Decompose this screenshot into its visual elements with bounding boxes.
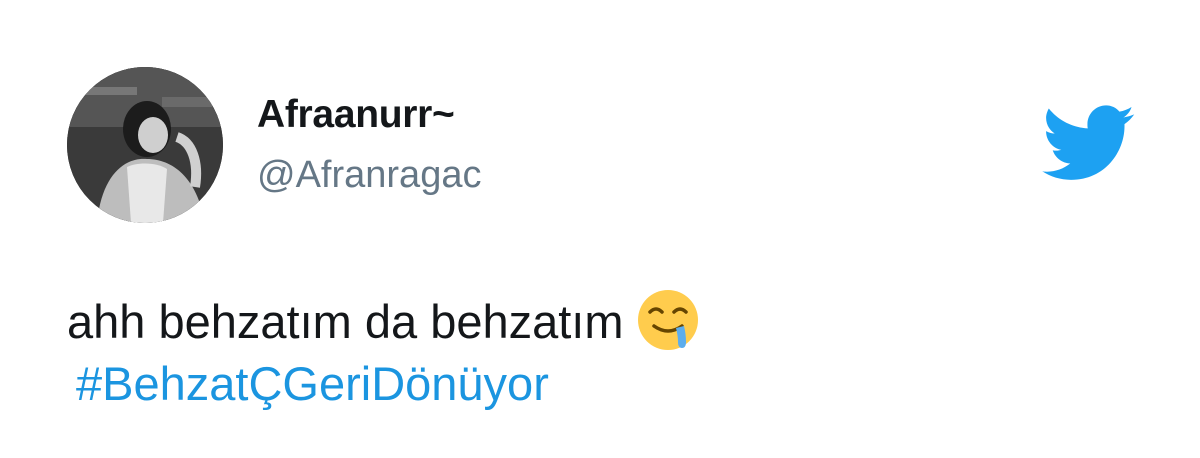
display-name[interactable]: Afraanurr~ — [257, 93, 455, 137]
user-handle[interactable]: @Afranragac — [257, 154, 481, 197]
hashtag-link[interactable]: #BehzatÇGeriDönüyor — [76, 356, 549, 412]
tweet-card: Afraanurr~ @Afranragac ahh behzatım da b… — [0, 0, 1200, 458]
tweet-body: ahh behzatım da behzatım — [67, 295, 624, 348]
tweet-text: ahh behzatım da behzatım — [67, 288, 700, 352]
twitter-bird-icon[interactable] — [1042, 105, 1136, 183]
profile-photo-icon — [67, 67, 223, 223]
drooling-face-emoji-icon — [637, 290, 698, 350]
avatar[interactable] — [67, 67, 223, 223]
